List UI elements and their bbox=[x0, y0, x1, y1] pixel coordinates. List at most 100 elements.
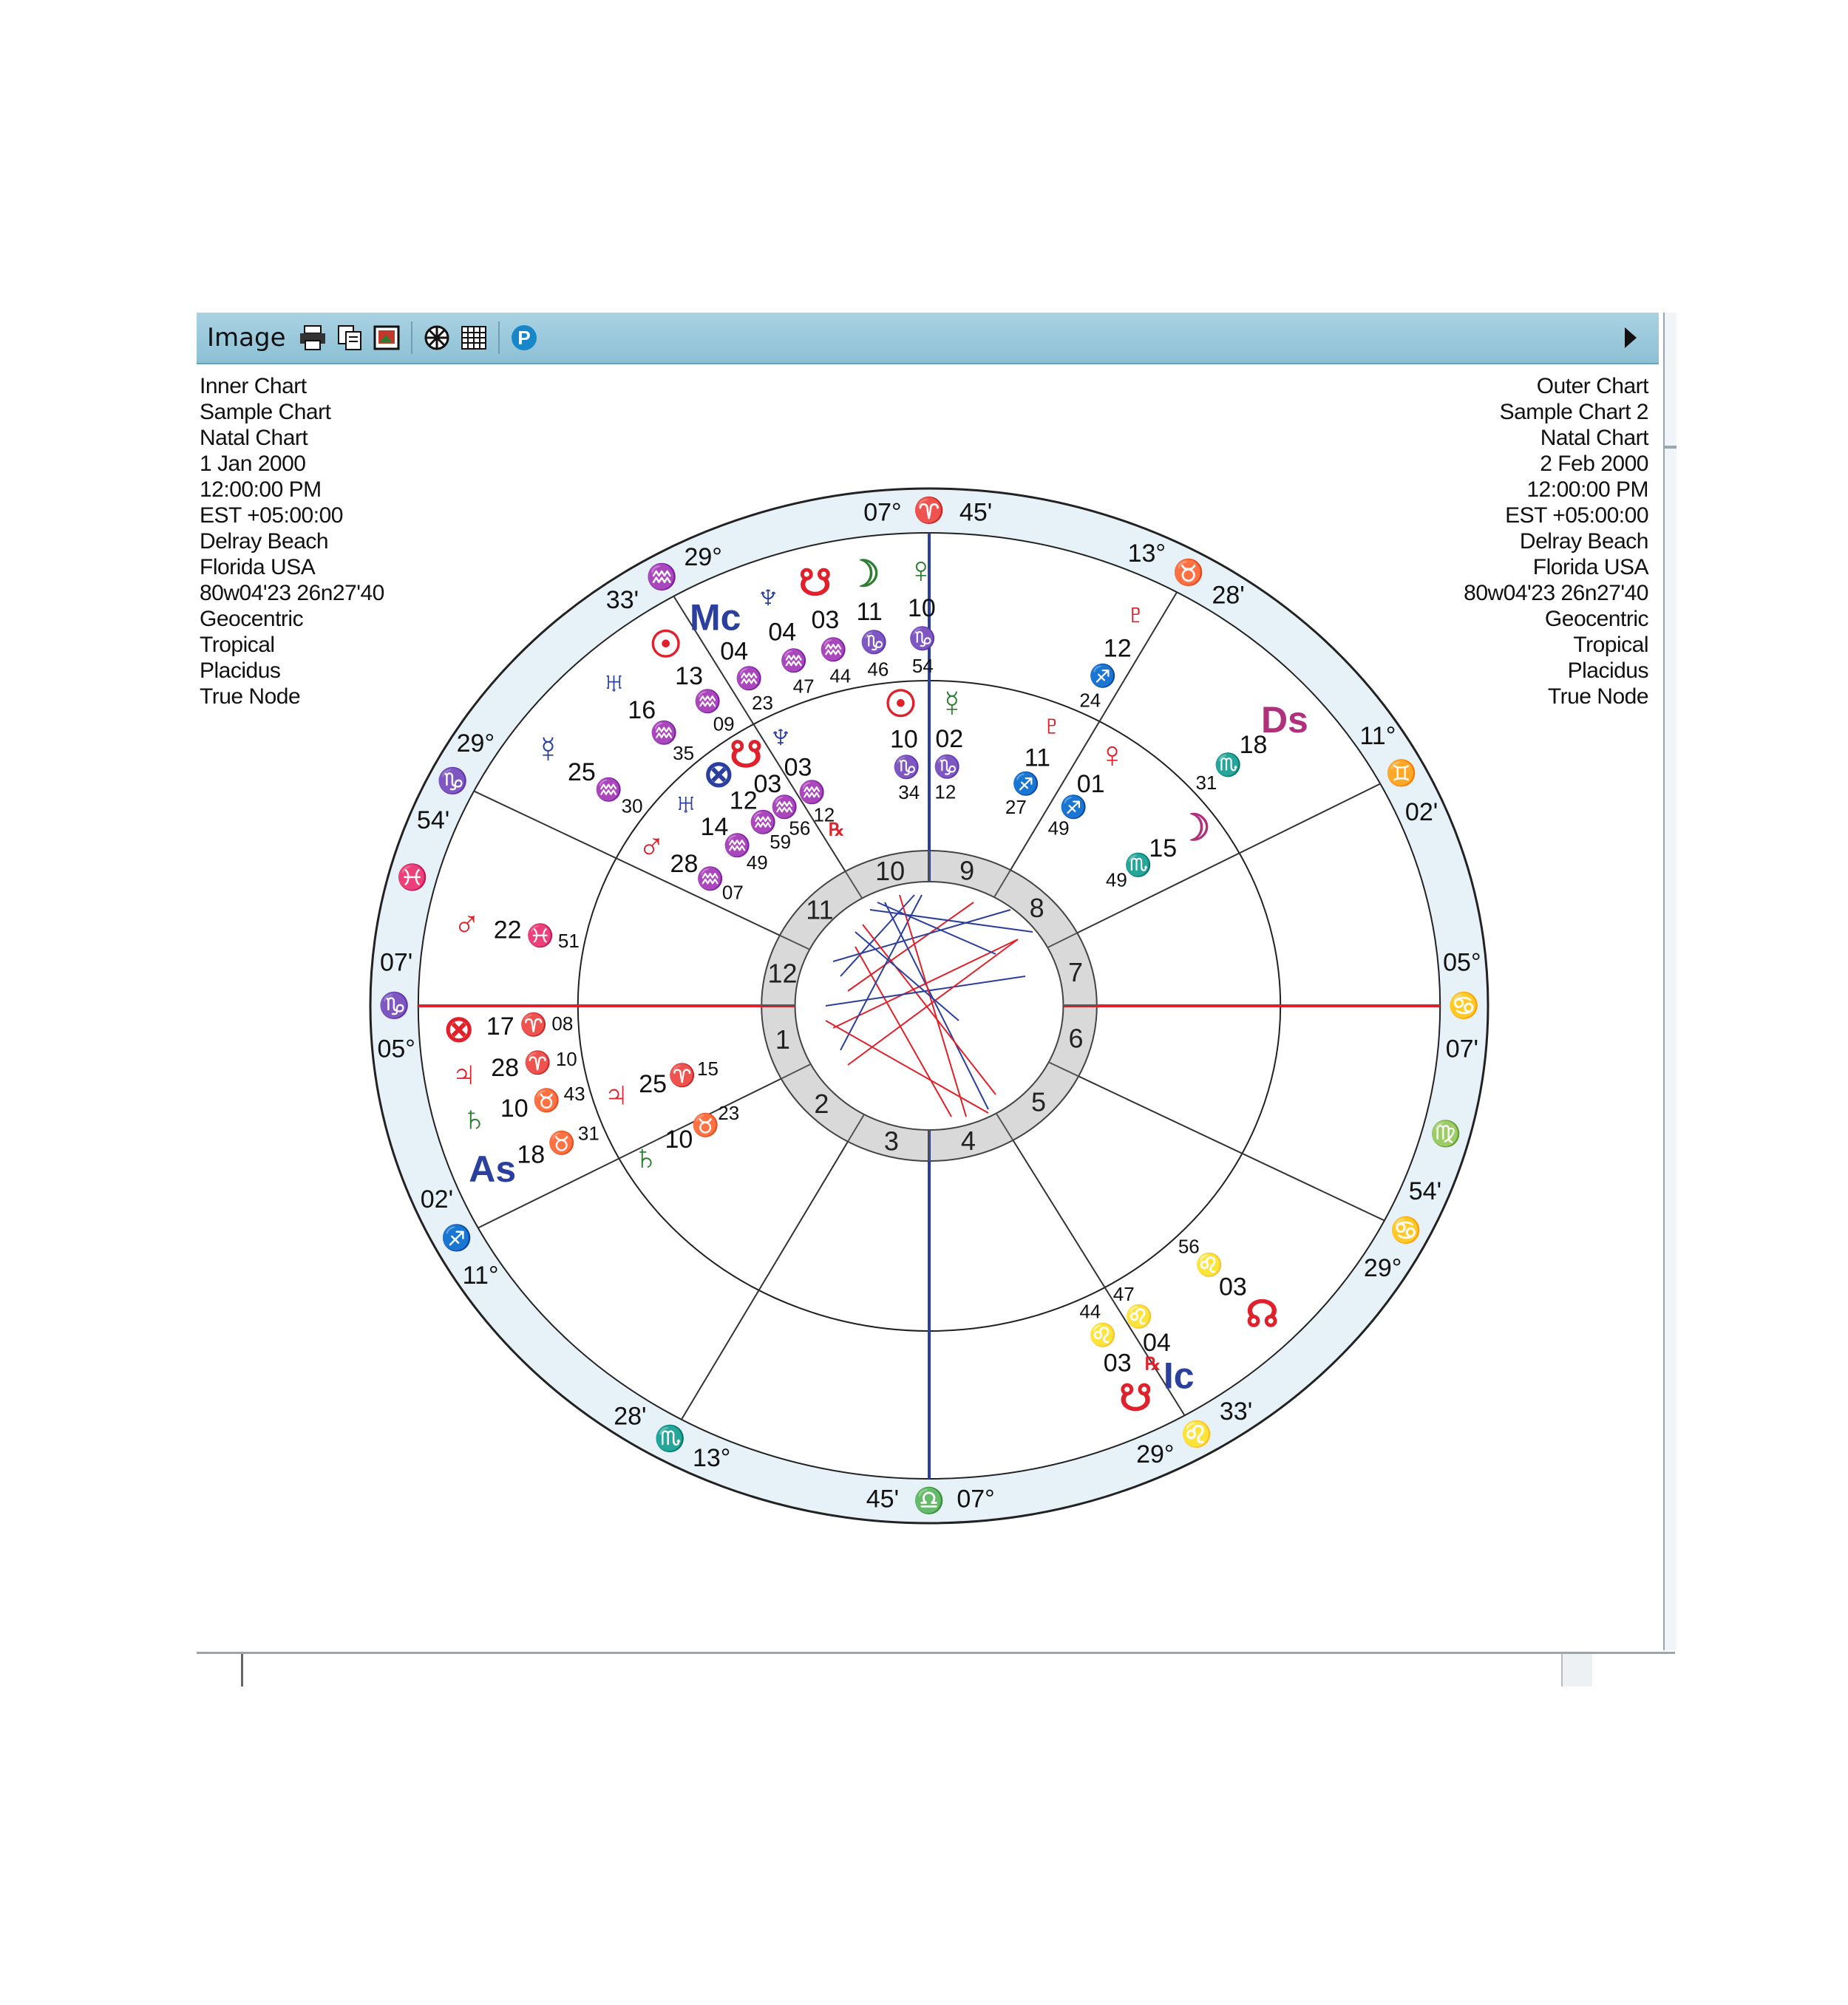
house-number: 9 bbox=[959, 856, 974, 886]
retrograde-marker: ℞ bbox=[829, 820, 845, 840]
house-number: 11 bbox=[806, 894, 833, 925]
outer-planet-minute: 51 bbox=[558, 930, 580, 952]
inner-planet-degree: 02 bbox=[935, 725, 963, 753]
cusp-degree-label: 07° bbox=[957, 1485, 994, 1513]
inner-planet-degree: 11 bbox=[1025, 743, 1050, 772]
outer-planet-sign-glyph: ♈ bbox=[524, 1049, 551, 1075]
inner-planet-minute: 49 bbox=[747, 851, 768, 874]
outer-planet-minute: 44 bbox=[1079, 1300, 1101, 1322]
right-scroll-rail[interactable] bbox=[1663, 313, 1677, 1650]
inner-planet-sign-glyph: ♒ bbox=[771, 794, 798, 820]
cusp-minute-label: 29° bbox=[684, 543, 721, 571]
outer-planet-degree: 04 bbox=[720, 638, 748, 666]
inner-planet-sign-glyph: ♑ bbox=[934, 754, 961, 780]
cusp-degree-label: 13° bbox=[693, 1444, 730, 1472]
inner-planet-minute: 34 bbox=[898, 781, 920, 803]
cusp-minute-label: 28' bbox=[1212, 582, 1244, 610]
outer-planet-minute: 08 bbox=[551, 1012, 573, 1035]
grid-icon[interactable] bbox=[458, 321, 490, 354]
outer-planet-minute: 47 bbox=[1113, 1283, 1135, 1305]
outer-planet-sign-glyph: ♒ bbox=[595, 777, 622, 803]
house-number: 5 bbox=[1031, 1087, 1046, 1117]
cusp-sign-glyph: ♑ bbox=[437, 766, 468, 795]
outer-planet-glyph: As bbox=[469, 1148, 516, 1190]
export-image-icon[interactable] bbox=[370, 321, 403, 354]
aspect-circle bbox=[794, 881, 1064, 1131]
inner-planet-sign-glyph: ♑ bbox=[893, 754, 920, 780]
cusp-degree-label: 33' bbox=[606, 586, 639, 614]
inner-planet-minute: 59 bbox=[770, 831, 791, 853]
outer-planet-minute: 46 bbox=[867, 658, 889, 680]
bi-wheel-chart: 123 45678910111205°♑07'11°♐02'13°♏28'07°♎… bbox=[369, 487, 1489, 1525]
inner-planet-minute: 49 bbox=[1106, 869, 1127, 891]
cusp-minute-label: 02' bbox=[1405, 798, 1438, 826]
inner-planet-glyph: ☋ bbox=[730, 734, 762, 775]
retrograde-marker: ℞ bbox=[1145, 1354, 1161, 1374]
toolbar-separator bbox=[411, 321, 413, 354]
outer-planet-sign-glyph: ♒ bbox=[780, 647, 807, 673]
inner-planet-minute: 27 bbox=[1005, 796, 1027, 818]
inner-planet-minute: 12 bbox=[934, 781, 956, 803]
cusp-degree-label: 11° bbox=[463, 1262, 499, 1290]
outer-planet-glyph: ☉ bbox=[649, 624, 682, 665]
outer-planet-sign-glyph: ♑ bbox=[908, 625, 936, 651]
cusp-sign-glyph: ♉ bbox=[1173, 558, 1204, 587]
outer-planet-minute: 54 bbox=[912, 655, 934, 677]
inner-planet-degree: 28 bbox=[670, 850, 699, 878]
outer-planet-glyph: ☊ bbox=[1246, 1293, 1278, 1335]
cusp-minute-label: 07' bbox=[380, 949, 412, 977]
outer-planet-glyph: ♀ bbox=[907, 549, 935, 590]
cusp-degree-label: 54' bbox=[1409, 1177, 1441, 1205]
outer-planet-degree: 16 bbox=[628, 696, 656, 724]
chart-window: Image P Inner Chart Sample Chart Natal C… bbox=[197, 313, 1677, 1686]
cusp-degree-label: 05° bbox=[377, 1035, 415, 1063]
copy-icon[interactable] bbox=[333, 321, 366, 354]
cusp-sign-glyph: ♋ bbox=[1448, 991, 1479, 1020]
inner-planet-degree: 15 bbox=[1149, 834, 1177, 862]
scroll-box bbox=[1561, 1654, 1592, 1686]
inner-planet-degree: 03 bbox=[753, 770, 781, 798]
outer-planet-glyph: ♂ bbox=[453, 902, 481, 943]
outer-planet-minute: 23 bbox=[752, 692, 773, 714]
outer-planet-minute: 09 bbox=[713, 713, 735, 735]
inner-planet-glyph: ♀ bbox=[1098, 734, 1127, 775]
inner-planet-minute: 23 bbox=[718, 1102, 739, 1124]
bottom-scroll-bar[interactable] bbox=[197, 1652, 1675, 1686]
intercepted-sign-glyph: ♓ bbox=[397, 863, 428, 892]
outer-planet-glyph: ♃ bbox=[450, 1053, 478, 1095]
outer-planet-glyph: ♅ bbox=[600, 661, 628, 703]
inner-planet-minute: 56 bbox=[789, 817, 810, 840]
outer-planet-degree: 22 bbox=[494, 916, 522, 944]
house-number: 8 bbox=[1030, 893, 1044, 923]
outer-planet-glyph: Mc bbox=[690, 596, 741, 638]
outer-planet-sign-glyph: ♒ bbox=[820, 636, 847, 662]
outer-planet-sign-glyph: ♌ bbox=[1125, 1303, 1152, 1329]
p-icon[interactable]: P bbox=[508, 321, 540, 354]
cusp-sign-glyph: ♋ bbox=[1390, 1216, 1421, 1245]
print-icon[interactable] bbox=[296, 321, 329, 354]
outer-planet-glyph: ☽ bbox=[847, 554, 880, 595]
expand-arrow-icon[interactable] bbox=[1625, 327, 1637, 348]
outer-planet-degree: 25 bbox=[568, 758, 596, 786]
cusp-sign-glyph: ♌ bbox=[1181, 1420, 1212, 1449]
cusp-degree-label: 05° bbox=[1443, 949, 1481, 977]
house-number: 12 bbox=[767, 958, 797, 988]
scroll-tick bbox=[241, 1654, 243, 1686]
house-number: 1 bbox=[775, 1024, 790, 1055]
outer-planet-glyph: Ic bbox=[1164, 1355, 1195, 1396]
house-number: 7 bbox=[1068, 957, 1083, 987]
outer-planet-sign-glyph: ♒ bbox=[736, 665, 763, 691]
outer-planet-minute: 31 bbox=[1195, 772, 1217, 794]
inner-planet-degree: 03 bbox=[784, 753, 812, 781]
house-number: 6 bbox=[1068, 1024, 1083, 1054]
inner-planet-glyph: ♆ bbox=[767, 715, 795, 757]
intercepted-sign-glyph: ♍ bbox=[1430, 1119, 1461, 1148]
cusp-minute-label: 45' bbox=[866, 1485, 899, 1513]
cusp-sign-glyph: ♈ bbox=[914, 496, 945, 525]
wheel-icon[interactable] bbox=[421, 321, 453, 354]
outer-planet-minute: 31 bbox=[578, 1122, 599, 1144]
outer-planet-minute: 56 bbox=[1178, 1235, 1200, 1257]
outer-planet-glyph: ♄ bbox=[461, 1098, 489, 1140]
toolbar-separator bbox=[498, 321, 500, 354]
inner-planet-sign-glyph: ♉ bbox=[692, 1112, 719, 1137]
